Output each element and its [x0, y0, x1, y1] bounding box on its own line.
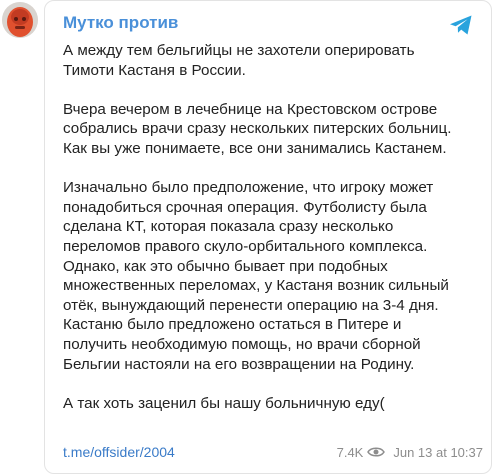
message-card: Мутко против А между тем бельгийцы не за…	[44, 0, 492, 474]
message-line: переломов правого скуло-орбитального ком…	[63, 237, 428, 255]
message-footer: t.me/offsider/2004 7.4K Jun 13 at 10:37	[63, 442, 483, 462]
message-line: множественных переломах, у Кастаня возни…	[63, 277, 449, 295]
message-line: собрались врачи сразу нескольких питерск…	[63, 120, 452, 138]
eye-icon	[367, 447, 386, 457]
message-paragraph: Вчера вечером в лечебнице на Крестовском…	[63, 100, 483, 159]
post-meta: 7.4K Jun 13 at 10:37	[337, 445, 483, 460]
message-line: Изначально было предположение, что игрок…	[63, 179, 434, 197]
views-count: 7.4K	[336, 444, 364, 460]
post-link[interactable]: t.me/offsider/2004	[63, 444, 175, 460]
message-paragraph: Изначально было предположение, что игрок…	[63, 178, 483, 374]
message-line: Однако, как это обычно бывает при подобн…	[63, 257, 388, 275]
telegram-share-icon[interactable]	[447, 11, 475, 39]
message-line: А между тем бельгийцы не захотели оперир…	[63, 42, 415, 59]
message-line: А так хоть заценил бы нашу больничную ед…	[63, 394, 385, 412]
message-line: понадобиться срочная операция. Футболист…	[63, 198, 427, 216]
message-paragraph: А между тем бельгийцы не захотели оперир…	[63, 41, 483, 80]
message-paragraph: А так хоть заценил бы нашу больничную ед…	[63, 394, 483, 414]
channel-avatar[interactable]	[2, 2, 38, 38]
message-line: Вчера вечером в лечебнице на Крестовском…	[63, 100, 438, 118]
channel-name[interactable]: Мутко против	[63, 13, 178, 33]
message-line: получить необходимую помощь, но врачи сб…	[63, 335, 421, 353]
message-line: Бельгии настояли на его возвращении на Р…	[63, 355, 415, 373]
message-line: Тимоти Кастаня в России.	[63, 61, 246, 79]
message-text: А между тем бельгийцы не захотели оперир…	[63, 41, 483, 433]
message-line: Как вы уже понимаете, все они занимались…	[63, 139, 447, 157]
message-line: Кастаню было предложено остаться в Питер…	[63, 316, 402, 334]
message-line: отёк, вынуждающий перенести операцию на …	[63, 296, 439, 314]
post-date: Jun 13 at 10:37	[393, 444, 483, 460]
message-line: сделана КТ, которая показала сразу неско…	[63, 218, 394, 236]
